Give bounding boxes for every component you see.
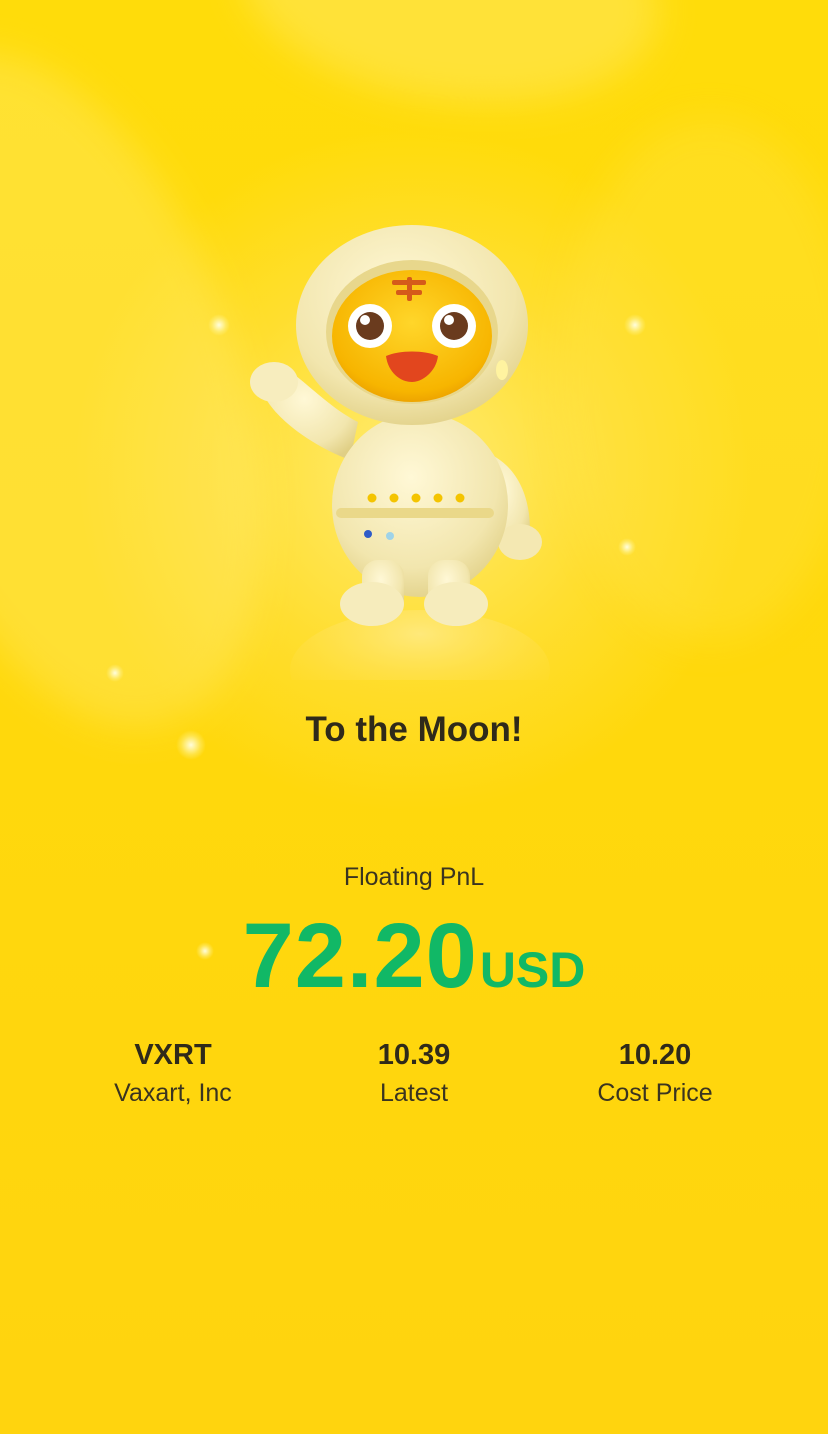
cost-price-value: 10.20: [618, 1039, 692, 1071]
stat-symbol: VXRT Vaxart, Inc: [43, 1036, 303, 1112]
company-name: Vaxart, Inc: [114, 1079, 232, 1107]
latest-price-label: Latest: [379, 1079, 449, 1107]
stat-cost-price: 10.20 Cost Price: [525, 1036, 785, 1112]
headline-text: To the Moon!: [305, 710, 523, 749]
floating-pnl-label: Floating PnL: [343, 863, 485, 891]
floating-pnl-value: 72.20USD: [0, 904, 828, 1009]
pnl-currency: USD: [479, 942, 586, 998]
stock-symbol: VXRT: [134, 1039, 212, 1071]
position-stats: VXRT Vaxart, Inc 10.39 Latest 10.20 Cost…: [0, 1036, 828, 1116]
pnl-share-screen: To the Moon! Floating PnL 72.20USD VXRT …: [0, 0, 828, 1434]
sparkle-decoration: [106, 664, 124, 682]
latest-price-value: 10.39: [377, 1039, 451, 1071]
astronaut-tiger-mascot: [200, 200, 628, 680]
cost-price-label: Cost Price: [597, 1079, 713, 1107]
stat-latest: 10.39 Latest: [284, 1036, 544, 1112]
pnl-amount: 72.20: [242, 905, 478, 1007]
background-swirl: [226, 0, 674, 129]
